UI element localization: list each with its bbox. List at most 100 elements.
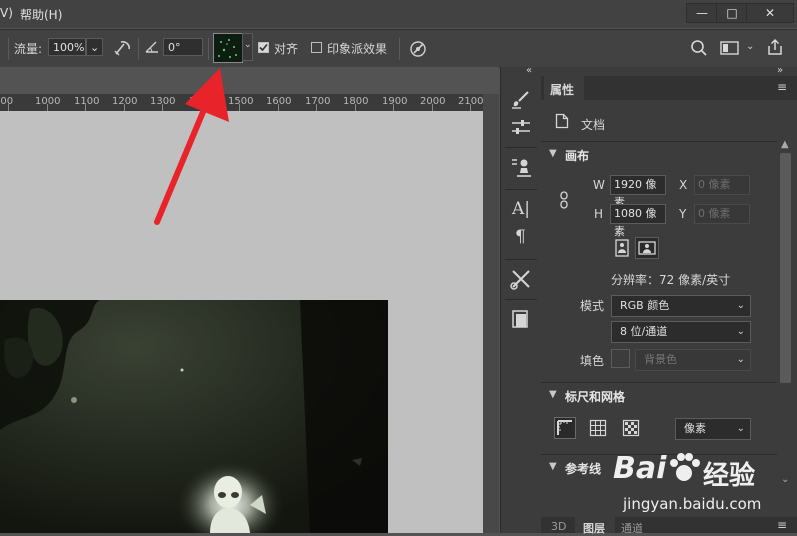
ruler-tick [393,104,394,111]
ruler-units-value: 像素 [684,422,706,435]
chevron-down-icon: ⌄ [736,300,745,311]
flow-dropdown[interactable]: ⌄ [86,38,103,56]
chevron-down-icon: ⌄ [736,423,745,434]
chevron-down-icon: ▼ [549,389,557,400]
impressionist-label: 印象派效果 [327,42,388,56]
grid-icon[interactable] [589,419,607,437]
rulers-grids-section-header[interactable]: ▼ 标尺和网格 [541,382,777,411]
tools-icon[interactable] [509,267,533,291]
panel-expand-icon[interactable]: » [777,65,783,76]
workspace-dropdown-icon[interactable]: ⌄ [746,41,754,52]
flow-input[interactable]: 100% [48,38,86,56]
tab-layers-label: 图层 [583,522,605,535]
mode-select[interactable]: RGB 颜色 ⌄ [611,295,751,317]
brush-settings-icon[interactable] [509,87,533,111]
ruler-tick [8,104,9,111]
align-checkbox[interactable] [258,42,269,53]
document-label: 文档 [581,118,606,132]
bit-depth-value: 8 位/通道 [620,325,668,338]
tab-properties[interactable]: 属性 [544,76,584,100]
y-label: Y [679,207,687,221]
scroll-up-icon[interactable]: ▲ [781,139,789,150]
minimize-button[interactable]: — [686,3,718,23]
divider [8,38,9,60]
fill-select-value: 背景色 [644,353,677,366]
clone-source-preview[interactable] [213,33,243,63]
tab-3d[interactable]: 3D [551,520,566,533]
clone-source-dropdown[interactable]: ⌄ [242,33,253,61]
scrollbar-thumb[interactable] [780,153,791,383]
ruler-units-select[interactable]: 像素 ⌄ [675,418,751,440]
checkmark-icon [259,43,268,52]
menu-bar: V) 帮助(H) — □ ✕ [0,0,797,28]
x-input[interactable]: 0 像素 [694,175,750,195]
workspace-icon[interactable] [720,40,740,56]
paragraph-panel-icon[interactable]: ¶ [515,227,526,247]
baidu-watermark: Bai 经验 jingyan.baidu.com [609,445,797,515]
watermark-brand: Bai [613,451,667,486]
ruler-tick [278,104,279,111]
angle-input[interactable]: 0° [163,38,203,56]
strip-collapse-icon[interactable]: « [526,65,532,76]
pixel-grid-icon[interactable] [622,419,640,437]
tab-label: 属性 [550,83,575,97]
ruler-tick [124,104,125,111]
fill-select[interactable]: 背景色 ⌄ [635,349,751,371]
ruler-label: 1700 [305,96,331,107]
document-icon [555,113,569,129]
divider [138,38,139,60]
divider [505,147,537,148]
height-input[interactable]: 1080 像素 [610,204,666,238]
ruler-label: 1100 [74,96,100,107]
menu-item-help[interactable]: 帮助(H) [20,6,62,23]
vertical-scrollbar[interactable] [483,94,499,533]
tab-channels[interactable]: 通道 [621,520,643,536]
maximize-button[interactable]: □ [716,3,748,23]
rulers-toggle-button[interactable] [554,417,576,439]
y-input[interactable]: 0 像素 [694,204,750,224]
impressionist-checkbox[interactable] [311,42,322,53]
portrait-orientation-button[interactable] [612,237,632,259]
character-panel-icon[interactable]: A| [512,199,530,219]
close-button[interactable]: ✕ [746,3,794,23]
rulers-grids-section-title: 标尺和网格 [565,390,626,404]
panel-menu-icon[interactable]: ≡ [777,518,787,532]
paw-logo-icon [670,453,700,481]
ruler-icon [557,420,572,435]
fill-color-swatch[interactable] [611,349,630,368]
ruler-label: 1900 [382,96,408,107]
canvas-section-header[interactable]: ▼ 画布 [541,141,777,170]
airbrush-icon[interactable] [113,39,133,57]
fill-label: 填色 [580,354,605,368]
annotation-arrow-icon [154,68,229,225]
libraries-icon[interactable] [509,307,533,331]
search-icon[interactable] [690,39,708,57]
ruler-tick [470,104,471,111]
photo-layer[interactable] [0,300,388,533]
width-input[interactable]: 1920 像素 [610,175,666,209]
ruler-tick [432,104,433,111]
adjustments-icon[interactable] [509,115,533,139]
ruler-label: 900 [0,96,14,107]
angle-icon [145,41,158,53]
bit-depth-select[interactable]: 8 位/通道 ⌄ [611,321,751,343]
divider [505,189,537,190]
width-label: W [593,178,605,192]
tab-layers[interactable]: 图层 [575,517,615,535]
chevron-down-icon: ⌄ [736,354,745,365]
chevron-down-icon: ▼ [549,461,557,472]
panel-icon-strip: « A| ¶ [500,65,542,533]
canvas-section-title: 画布 [565,149,590,163]
clone-source-icon[interactable] [509,155,533,179]
panel-menu-icon[interactable]: ≡ [777,80,787,94]
pressure-size-icon[interactable] [408,39,428,59]
resolution-text: 分辨率：72 像素/英寸 [611,273,731,287]
menu-item-partial[interactable]: V) [0,6,13,20]
horizontal-ruler[interactable]: 900 1000 1100 1200 1300 14 1500 1600 170… [0,94,483,112]
landscape-orientation-button[interactable] [635,237,659,259]
watermark-brand-suffix: 经验 [703,461,756,491]
flow-label: 流量: [14,42,43,56]
link-icon[interactable] [559,191,569,209]
ruler-tick [85,104,86,111]
share-icon[interactable] [766,38,784,56]
